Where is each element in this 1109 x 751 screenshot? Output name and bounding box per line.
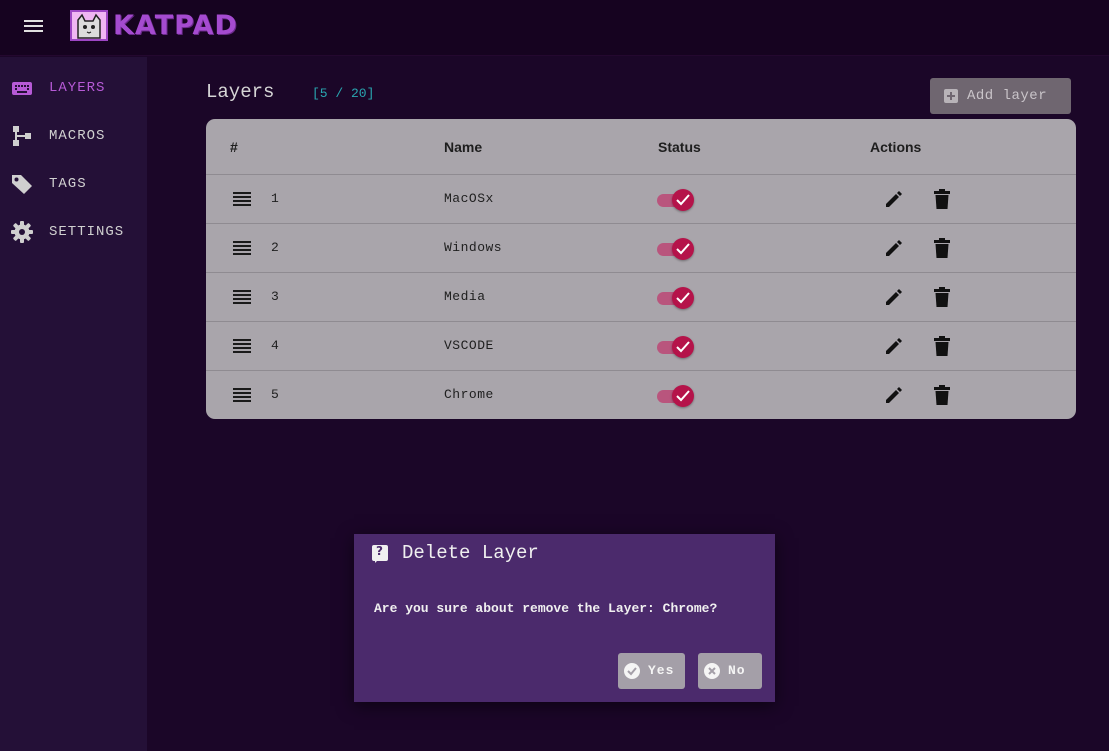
cat-logo-icon — [70, 9, 108, 41]
drag-handle-icon[interactable] — [233, 339, 251, 353]
table-row: 4 VSCODE — [206, 321, 1076, 370]
row-index: 3 — [271, 289, 279, 304]
top-app-bar: KATPAD — [0, 0, 1109, 56]
drag-handle-icon[interactable] — [233, 192, 251, 206]
row-index: 1 — [271, 191, 279, 206]
check-circle-icon — [624, 663, 640, 679]
column-header-status: Status — [658, 139, 701, 155]
dialog-title: Delete Layer — [402, 542, 539, 564]
status-toggle[interactable] — [657, 238, 695, 260]
drag-handle-icon[interactable] — [233, 388, 251, 402]
hamburger-menu-icon[interactable] — [22, 17, 46, 39]
delete-layer-dialog: ? Delete Layer Are you sure about remove… — [354, 534, 775, 702]
brand-name: KATPAD — [113, 9, 238, 41]
sidebar: LAYERS MACROS TAGS SETTINGS — [0, 57, 147, 751]
trash-icon[interactable] — [934, 238, 950, 258]
status-toggle[interactable] — [657, 189, 695, 211]
row-name: MacOSx — [444, 191, 494, 206]
keyboard-icon — [11, 77, 33, 99]
confirm-yes-button[interactable]: Yes — [618, 653, 685, 689]
table-row: 2 Windows — [206, 223, 1076, 272]
column-header-actions: Actions — [870, 139, 922, 155]
pencil-icon[interactable] — [884, 336, 904, 356]
status-toggle[interactable] — [657, 336, 695, 358]
sidebar-item-label: TAGS — [49, 176, 87, 192]
status-toggle[interactable] — [657, 385, 695, 407]
pencil-icon[interactable] — [884, 385, 904, 405]
trash-icon[interactable] — [934, 189, 950, 209]
column-header-name: Name — [444, 139, 483, 155]
sidebar-item-macros[interactable]: MACROS — [0, 116, 147, 156]
plus-box-icon — [944, 89, 958, 103]
app-logo: KATPAD — [70, 9, 238, 41]
pencil-icon[interactable] — [884, 287, 904, 307]
macro-tree-icon — [11, 125, 33, 147]
sidebar-item-settings[interactable]: SETTINGS — [0, 212, 147, 252]
row-name: Media — [444, 289, 486, 304]
sidebar-item-label: SETTINGS — [49, 224, 125, 240]
confirm-no-button[interactable]: No — [698, 653, 762, 689]
row-index: 2 — [271, 240, 279, 255]
layers-table: # Name Status Actions 1 MacOSx 2 Windows… — [206, 119, 1076, 419]
table-row: 1 MacOSx — [206, 174, 1076, 223]
sidebar-item-label: LAYERS — [49, 80, 106, 96]
drag-handle-icon[interactable] — [233, 241, 251, 255]
sidebar-item-tags[interactable]: TAGS — [0, 164, 147, 204]
trash-icon[interactable] — [934, 336, 950, 356]
sidebar-item-layers[interactable]: LAYERS — [0, 68, 147, 108]
sidebar-item-label: MACROS — [49, 128, 106, 144]
close-circle-icon — [704, 663, 720, 679]
yes-label: Yes — [648, 663, 675, 678]
table-row: 3 Media — [206, 272, 1076, 321]
table-row: 5 Chrome — [206, 370, 1076, 419]
gear-icon — [11, 221, 33, 243]
drag-handle-icon[interactable] — [233, 290, 251, 304]
add-layer-button[interactable]: Add layer — [930, 78, 1071, 114]
column-header-index: # — [230, 139, 238, 155]
row-index: 4 — [271, 338, 279, 353]
trash-icon[interactable] — [934, 287, 950, 307]
row-name: VSCODE — [444, 338, 494, 353]
tag-icon — [11, 173, 33, 195]
row-name: Windows — [444, 240, 503, 255]
add-layer-label: Add layer — [967, 88, 1048, 104]
no-label: No — [728, 663, 746, 678]
row-name: Chrome — [444, 387, 494, 402]
layer-count: [5 / 20] — [312, 86, 375, 101]
status-toggle[interactable] — [657, 287, 695, 309]
trash-icon[interactable] — [934, 385, 950, 405]
pencil-icon[interactable] — [884, 189, 904, 209]
pencil-icon[interactable] — [884, 238, 904, 258]
question-icon: ? — [372, 544, 388, 563]
dialog-message: Are you sure about remove the Layer: Chr… — [374, 601, 718, 616]
row-index: 5 — [271, 387, 279, 402]
page-title: Layers — [206, 81, 275, 103]
